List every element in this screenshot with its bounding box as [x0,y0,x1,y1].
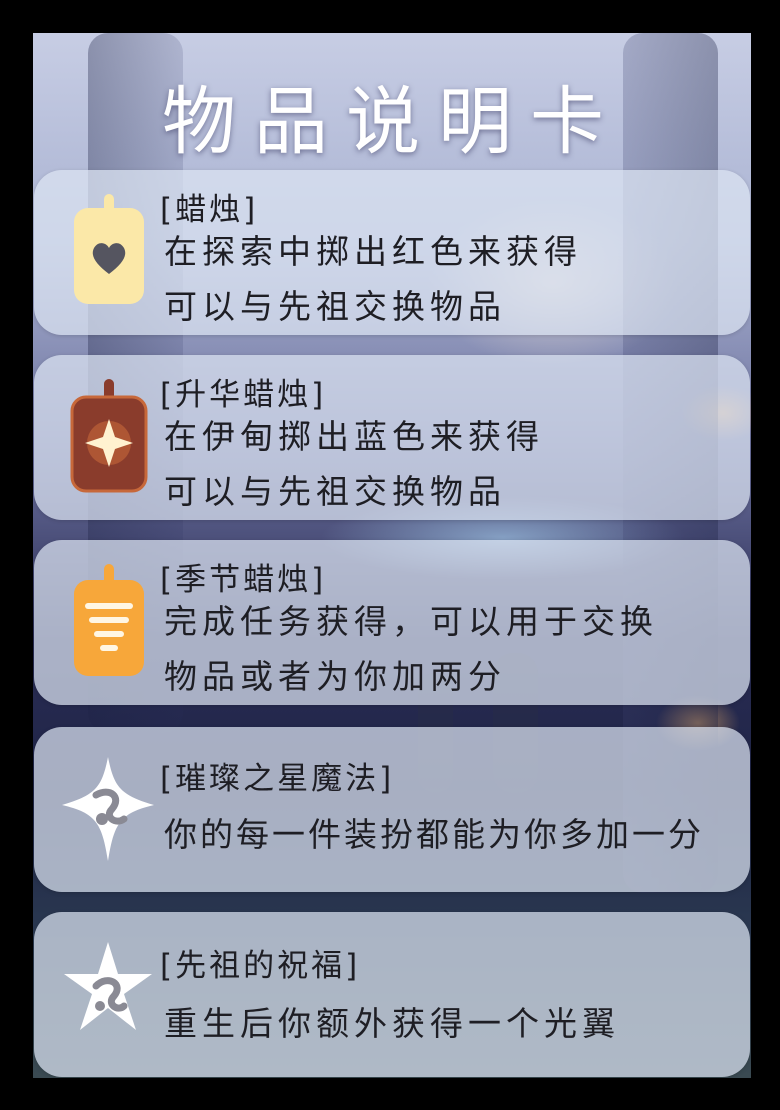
item-desc-line: 在伊甸掷出蓝色来获得 [164,417,544,456]
seasonal-candle-icon [74,564,144,676]
item-card-seasonal-candle: [季节蜡烛] 完成任务获得，可以用于交换 物品或者为你加两分 [34,540,750,705]
item-desc-line: 可以与先祖交换物品 [164,287,506,326]
item-name: [季节蜡烛] [160,562,327,598]
item-name: [蜡烛] [160,192,259,228]
item-desc-line: 在探索中掷出红色来获得 [164,232,582,271]
page-title: 物品说明卡 [162,79,622,165]
item-desc-line: 物品或者为你加两分 [164,657,506,696]
star-magic-icon [62,757,154,861]
ancestor-blessing-icon [64,942,152,1030]
item-card-ascended-candle: [升华蜡烛] 在伊甸掷出蓝色来获得 可以与先祖交换物品 [34,355,750,520]
item-desc-line: 重生后你额外获得一个光翼 [164,1004,620,1043]
item-card-candle: [蜡烛] 在探索中掷出红色来获得 可以与先祖交换物品 [34,170,750,335]
item-name: [璀璨之星魔法] [160,761,395,797]
item-desc-line: 完成任务获得，可以用于交换 [164,602,658,641]
candle-heart-icon [74,194,144,304]
item-card-star-magic: [璀璨之星魔法] 你的每一件装扮都能为你多加一分 [34,727,750,892]
item-name: [先祖的祝福] [160,948,361,984]
ascended-candle-icon [70,379,148,493]
item-name: [升华蜡烛] [160,377,327,413]
item-desc-line: 你的每一件装扮都能为你多加一分 [164,815,704,854]
item-card-ancestor-blessing: [先祖的祝福] 重生后你额外获得一个光翼 [34,912,750,1077]
item-desc-line: 可以与先祖交换物品 [164,472,506,511]
